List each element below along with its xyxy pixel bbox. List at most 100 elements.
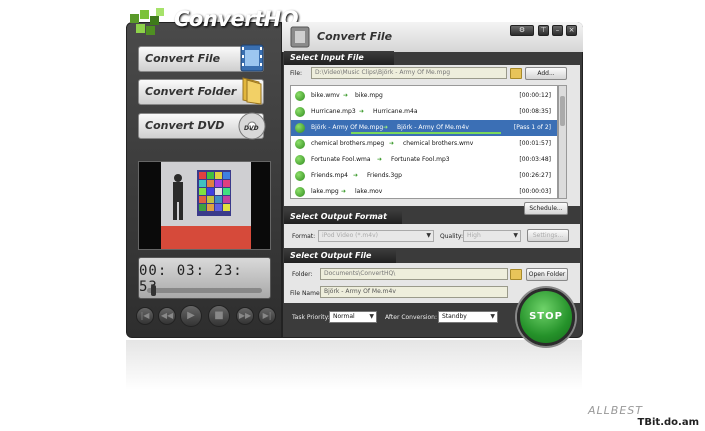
folder-label: Folder: <box>292 271 313 278</box>
duration: [Pass 1 of 2] <box>513 124 551 131</box>
pin-button[interactable]: ⊤ <box>538 25 549 36</box>
section-input-header: Select Input File <box>284 51 394 65</box>
section-format-header: Select Output Format <box>284 210 402 224</box>
scrollbar-thumb[interactable] <box>560 96 565 126</box>
format-value: iPod Video (*.m4v) <box>322 232 378 239</box>
add-button[interactable]: Add... <box>525 67 567 80</box>
duration: [00:03:48] <box>519 156 551 163</box>
conversion-progress <box>351 132 501 134</box>
source-file: Fortunate Fool.wma <box>311 156 371 163</box>
task-priority-label: Task Priority: <box>292 314 330 321</box>
duration: [00:08:35] <box>519 108 551 115</box>
nav-label: Convert File <box>145 52 221 65</box>
logo-squares-icon <box>130 8 164 35</box>
nav-convert-folder[interactable]: Convert Folder <box>138 77 264 105</box>
target-file: Hurricane.m4a <box>373 108 418 115</box>
minimize-button[interactable]: – <box>552 25 563 36</box>
checkmark-icon <box>295 171 305 181</box>
seek-handle[interactable] <box>151 285 156 296</box>
checkmark-icon <box>295 139 305 149</box>
source-file: Friends.mp4 <box>311 172 348 179</box>
list-item[interactable]: Friends.mp4 ➜ Friends.3gp [00:26:27] <box>291 168 557 184</box>
nav-label: Convert Folder <box>145 85 237 98</box>
nav-convert-file[interactable]: Convert File <box>138 44 264 72</box>
chevron-down-icon: ▼ <box>426 232 431 239</box>
list-item-selected[interactable]: Björk - Army Of Me.mpg ➜ Björk - Army Of… <box>291 120 557 136</box>
settings-button[interactable]: Settings... <box>527 229 569 242</box>
quality-value: High <box>467 232 481 239</box>
video-preview <box>138 161 271 250</box>
film-icon <box>290 26 310 48</box>
file-list: bike.wmv ➜ bike.mpg [00:00:12] Hurricane… <box>290 85 558 199</box>
duration: [00:00:03] <box>519 188 551 195</box>
app-logo: ConvertHQ <box>128 4 299 38</box>
open-folder-button[interactable]: Open Folder <box>526 268 568 281</box>
file-path-field[interactable]: D:\Video\Music Clips\Björk - Army Of Me.… <box>311 67 507 79</box>
settings-gear-button[interactable]: ⚙ <box>510 25 534 36</box>
priority-select[interactable]: Normal ▼ <box>329 311 377 323</box>
section-output-header: Select Output File <box>284 249 396 263</box>
window-reflection <box>126 340 582 390</box>
nav-convert-dvd[interactable]: Convert DVD DVD <box>138 112 266 140</box>
duration: [00:01:57] <box>519 140 551 147</box>
schedule-button[interactable]: Schedule... <box>524 202 568 215</box>
skip-start-button[interactable]: |◀ <box>136 307 154 325</box>
browse-folder-icon[interactable] <box>510 68 522 79</box>
list-item[interactable]: chemical brothers.mpeg ➜ chemical brothe… <box>291 136 557 152</box>
format-select[interactable]: iPod Video (*.m4v) ▼ <box>318 230 434 242</box>
folder-icon <box>242 77 262 105</box>
arrow-icon: ➜ <box>343 92 349 99</box>
seek-bar[interactable] <box>147 285 262 296</box>
svg-text:DVD: DVD <box>244 125 259 132</box>
rewind-button[interactable]: ◀◀ <box>158 307 176 325</box>
target-file: Fortunate Fool.mp3 <box>391 156 450 163</box>
chevron-down-icon: ▼ <box>513 232 518 239</box>
fast-forward-button[interactable]: ▶▶ <box>236 307 254 325</box>
source-file: bike.wmv <box>311 92 340 99</box>
skip-end-button[interactable]: ▶| <box>258 307 276 325</box>
after-conversion-select[interactable]: Standby ▼ <box>438 311 498 323</box>
format-label: Format: <box>292 233 316 240</box>
chevron-down-icon: ▼ <box>369 313 374 320</box>
list-item[interactable]: Hurricane.mp3 ➜ Hurricane.m4a [00:08:35] <box>291 104 557 120</box>
checkmark-icon <box>295 187 305 197</box>
browse-folder-icon[interactable] <box>510 269 522 280</box>
nav-label: Convert DVD <box>145 119 225 132</box>
film-icon <box>240 44 264 72</box>
source-file: Hurricane.mp3 <box>311 108 356 115</box>
after-conversion-value: Standby <box>442 313 467 320</box>
arrow-icon: ➜ <box>359 108 365 115</box>
target-file: Friends.3gp <box>367 172 402 179</box>
quality-label: Quality: <box>440 233 464 240</box>
source-file: chemical brothers.mpeg <box>311 140 385 147</box>
list-item[interactable]: Fortunate Fool.wma ➜ Fortunate Fool.mp3 … <box>291 152 557 168</box>
checkmark-icon <box>295 155 305 165</box>
output-folder-field[interactable]: Documents\ConvertHQ\ <box>320 268 508 280</box>
target-file: bike.mpg <box>355 92 383 99</box>
after-conversion-label: After Conversion: <box>385 314 437 321</box>
stop-playback-button[interactable]: ■ <box>208 305 230 327</box>
duration: [00:00:12] <box>519 92 551 99</box>
arrow-icon: ➜ <box>341 188 347 195</box>
play-button[interactable]: ▶ <box>180 305 202 327</box>
app-title: ConvertHQ <box>174 7 299 31</box>
checkmark-icon <box>295 107 305 117</box>
quality-select[interactable]: High ▼ <box>463 230 521 242</box>
priority-value: Normal <box>333 313 355 320</box>
output-filename-field[interactable]: Björk - Army Of Me.m4v <box>320 286 508 298</box>
window-title: Convert File <box>317 30 393 43</box>
filename-label: File Name: <box>290 290 322 297</box>
stop-conversion-button[interactable]: STOP <box>517 288 575 346</box>
site-caption: TBit.do.am <box>637 417 699 428</box>
arrow-icon: ➜ <box>353 172 359 179</box>
file-label: File: <box>290 70 303 77</box>
list-item[interactable]: lake.mpg ➜ lake.mov [00:00:03] <box>291 184 557 200</box>
list-item[interactable]: bike.wmv ➜ bike.mpg [00:00:12] <box>291 88 557 104</box>
time-display: 00: 03: 23: 53 <box>138 257 271 299</box>
chevron-down-icon: ▼ <box>490 313 495 320</box>
target-file: chemical brothers.wmv <box>403 140 474 147</box>
close-button[interactable]: × <box>566 25 577 36</box>
duration: [00:26:27] <box>519 172 551 179</box>
file-list-scrollbar[interactable] <box>558 85 567 199</box>
source-file: lake.mpg <box>311 188 339 195</box>
